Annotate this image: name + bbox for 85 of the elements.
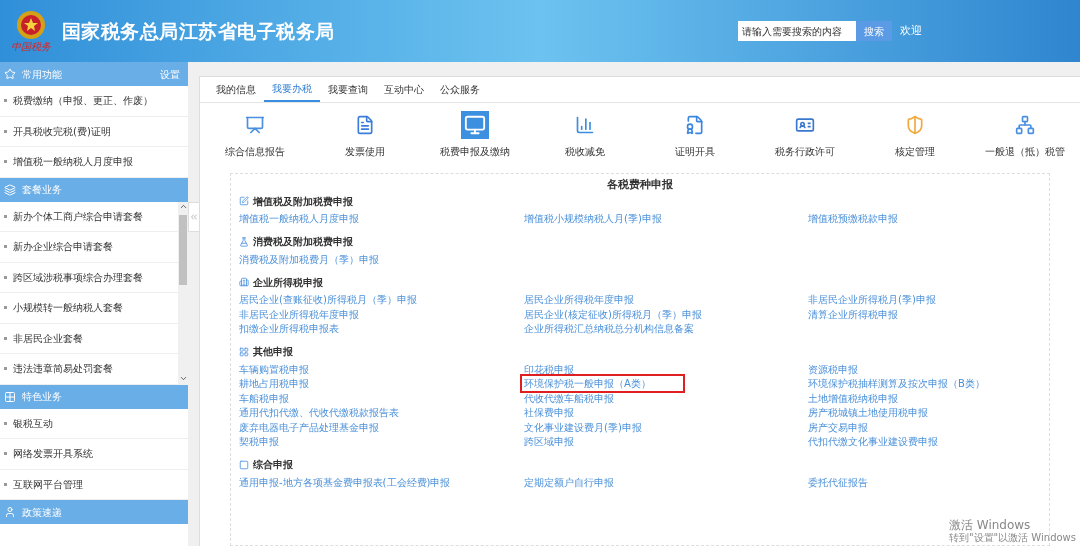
filing-link[interactable]: 跨区域申报 (524, 436, 574, 447)
filing-link[interactable]: 非居民企业所得税月(季)申报 (808, 294, 936, 305)
filing-link[interactable]: 印花税申报 (524, 363, 574, 375)
collapse-handle[interactable] (188, 202, 200, 232)
search-field[interactable]: 请输入需要搜索的内容 (738, 21, 856, 41)
filing-link[interactable]: 居民企业(核定征收)所得税月（季）申报 (524, 308, 702, 320)
section-title: 特色业务 (22, 390, 62, 404)
emblem-caption: 中国税务 (11, 42, 51, 52)
filing-link[interactable]: 社保费申报 (524, 407, 574, 418)
filing-link[interactable]: 增值税小规模纳税人月(季)申报 (524, 213, 662, 224)
filing-link[interactable]: 车船税申报 (239, 392, 289, 404)
section-title: 常用功能 (22, 67, 62, 82)
filing-link[interactable]: 契税申报 (239, 436, 279, 447)
filing-link[interactable]: 增值税一般纳税人月度申报 (239, 213, 359, 224)
filing-link[interactable]: 房产税城镇土地使用税申报 (808, 407, 928, 418)
emblem-icon (16, 10, 46, 40)
filing-link[interactable]: 房产交易申报 (808, 421, 868, 433)
sidebar-item[interactable]: 银税互动 (0, 408, 188, 439)
nav-tab[interactable]: 我要查询 (320, 77, 376, 102)
nav-tab[interactable]: 公众服务 (432, 77, 488, 102)
filing-link[interactable]: 通用代扣代缴、代收代缴税款报告表 (239, 407, 399, 418)
service-button[interactable]: 发票使用 (310, 110, 420, 160)
filing-link[interactable]: 耕地占用税申报 (239, 378, 309, 389)
filing-link[interactable]: 非居民企业所得税年度申报 (239, 308, 359, 320)
filing-link[interactable]: 消费税及附加税费月（季）申报 (239, 253, 379, 265)
sidebar-section-header[interactable]: 套餐业务 (0, 177, 188, 202)
service-button[interactable]: 税费申报及缴纳 (420, 110, 530, 160)
filing-link[interactable]: 通用申报-地方各项基金费申报表(工会经费)申报 (239, 476, 451, 488)
sidebar-item[interactable]: 开具税收完税(费)证明 (0, 116, 188, 147)
flask-icon (239, 236, 249, 247)
building-icon (239, 277, 249, 287)
filing-link[interactable]: 资源税申报 (808, 363, 858, 375)
filing-link[interactable]: 扣缴企业所得税申报表 (239, 323, 339, 334)
activation-notice-title: 激活 Windows (948, 518, 1032, 532)
service-button[interactable]: 证明开具 (640, 110, 750, 160)
filing-link[interactable]: 代收代缴车船税申报 (524, 392, 614, 404)
settings-link[interactable]: 设置 (160, 66, 180, 82)
filing-link[interactable]: 文化事业建设费月(季)申报 (524, 421, 642, 433)
edit-icon (239, 196, 249, 206)
double-chevron-icon (189, 212, 199, 222)
section-heading: 其他申报 (253, 345, 293, 359)
layers-icon (4, 183, 16, 196)
nav-tab[interactable]: 互动中心 (376, 77, 432, 102)
filing-link[interactable]: 企业所得税汇总纳税总分机构信息备案 (524, 323, 694, 334)
filing-link[interactable]: 居民企业(查账征收)所得税月（季）申报 (239, 294, 417, 305)
service-button[interactable]: 税务行政许可 (750, 110, 860, 160)
sidebar-item[interactable]: 税费缴纳（申报、更正、作废） (0, 86, 188, 117)
section-title: 政策速递 (22, 505, 62, 520)
filing-link[interactable]: 车辆购置税申报 (239, 363, 309, 375)
section-heading: 消费税及附加税费申报 (253, 235, 353, 249)
nav-tab[interactable]: 我的信息 (208, 77, 264, 102)
site-title: 国家税务总局江苏省电子税务局 (62, 18, 335, 44)
grid-icon (4, 390, 16, 403)
filing-link[interactable]: 委托代征报告 (808, 476, 868, 488)
filing-link[interactable]: 居民企业所得税年度申报 (524, 294, 634, 305)
square-icon (239, 459, 249, 470)
sidebar-item[interactable]: 网络发票开具系统 (0, 439, 188, 470)
sidebar-section-header[interactable]: 政策速递 (0, 500, 188, 524)
sidebar-item[interactable]: 增值税一般纳税人月度申报 (0, 147, 188, 178)
search-button[interactable]: 搜索 (856, 21, 892, 41)
sidebar-section-header[interactable]: 特色业务 (0, 384, 188, 409)
filing-link[interactable]: 增值税预缴税款申报 (808, 213, 898, 224)
filing-link[interactable]: 土地增值税纳税申报 (808, 392, 898, 404)
filing-link[interactable]: 废弃电器电子产品处理基金申报 (239, 421, 379, 433)
panel-title: 各税费种申报 (606, 178, 674, 192)
scrollbar[interactable] (178, 201, 188, 385)
activation-notice-hint: 转到"设置"以激活 Windows (948, 532, 1076, 544)
filing-link[interactable]: 清算企业所得税申报 (808, 308, 898, 320)
service-button[interactable]: 一般退（抵）税管 (970, 110, 1080, 160)
filing-link[interactable]: 环境保护税抽样测算及按次申报（B类） (808, 378, 985, 389)
section-heading: 增值税及附加税费申报 (253, 194, 353, 209)
sidebar-section-header[interactable]: 常用功能 设置 (0, 62, 188, 86)
section-heading: 综合申报 (253, 458, 293, 472)
service-button[interactable]: 税收减免 (530, 110, 640, 160)
section-heading: 企业所得税申报 (253, 275, 323, 290)
service-button[interactable]: 综合信息报告 (200, 110, 310, 160)
grid-icon (239, 346, 249, 357)
greeting-text: 欢迎 (900, 22, 922, 39)
section-title: 套餐业务 (22, 183, 62, 197)
user-icon (4, 506, 16, 518)
filing-link[interactable]: 代扣代缴文化事业建设费申报 (808, 436, 938, 447)
filing-link[interactable]: 定期定额户自行申报 (524, 476, 614, 488)
star-icon (4, 68, 16, 80)
service-button[interactable]: 核定管理 (860, 110, 970, 160)
nav-tab[interactable]: 我要办税 (264, 77, 320, 102)
